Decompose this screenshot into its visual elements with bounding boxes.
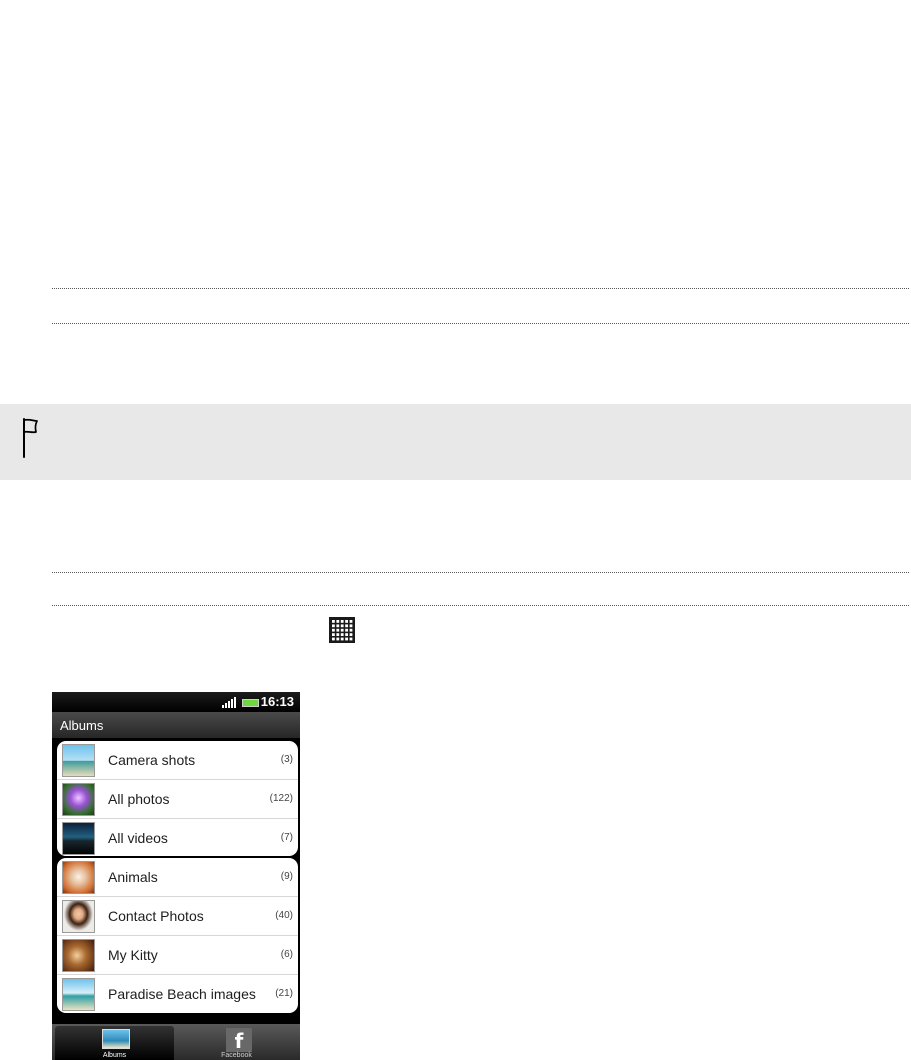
album-thumbnail — [62, 900, 95, 933]
album-count: (40) — [275, 910, 293, 921]
status-time: 16:13 — [260, 694, 294, 709]
album-count: (122) — [269, 793, 293, 804]
album-row-my-kitty[interactable]: My Kitty (6) — [57, 936, 298, 975]
album-name: All photos — [108, 791, 170, 807]
album-name: Animals — [108, 869, 158, 885]
signal-bars-icon — [222, 697, 236, 708]
album-thumbnail — [62, 939, 95, 972]
album-count: (9) — [280, 871, 293, 882]
album-name: My Kitty — [108, 947, 158, 963]
album-thumbnail — [62, 822, 95, 855]
tab-label: Facebook — [221, 1052, 252, 1059]
battery-icon — [242, 699, 259, 707]
title-bar: Albums — [52, 712, 300, 738]
dotted-rule — [52, 288, 909, 289]
album-thumbnail — [62, 783, 95, 816]
status-bar: 16:13 — [52, 692, 300, 712]
album-name: Paradise Beach images — [108, 986, 256, 1002]
album-row-contact-photos[interactable]: Contact Photos (40) — [57, 897, 298, 936]
album-row-paradise-beach[interactable]: Paradise Beach images (21) — [57, 975, 298, 1013]
album-group: Animals (9) Contact Photos (40) My Kitty… — [57, 858, 298, 1013]
albums-icon — [102, 1029, 130, 1049]
album-group: Camera shots (3) All photos (122) All vi… — [57, 741, 298, 856]
dotted-rule — [52, 323, 909, 324]
album-name: Contact Photos — [108, 908, 204, 924]
album-thumbnail — [62, 744, 95, 777]
page-title: Albums — [60, 718, 104, 733]
flag-icon — [23, 418, 38, 458]
album-row-camera-shots[interactable]: Camera shots (3) — [57, 741, 298, 780]
album-count: (21) — [275, 988, 293, 999]
note-box — [0, 404, 911, 480]
dotted-rule — [52, 572, 909, 573]
album-row-animals[interactable]: Animals (9) — [57, 858, 298, 897]
album-count: (6) — [280, 949, 293, 960]
dotted-rule — [52, 605, 909, 606]
tab-facebook[interactable]: f Facebook — [177, 1026, 296, 1060]
album-name: All videos — [108, 830, 168, 846]
album-thumbnail — [62, 978, 95, 1011]
phone-screenshot: 16:13 Albums Camera shots (3) All photos… — [52, 692, 300, 1060]
album-count: (3) — [280, 754, 293, 765]
tab-albums[interactable]: Albums — [55, 1026, 174, 1060]
album-thumbnail — [62, 861, 95, 894]
tab-label: Albums — [102, 1052, 127, 1059]
album-count: (7) — [280, 832, 293, 843]
all-apps-grid-icon — [329, 617, 355, 643]
facebook-icon: f — [226, 1028, 252, 1053]
album-name: Camera shots — [108, 752, 196, 768]
album-row-all-photos[interactable]: All photos (122) — [57, 780, 298, 819]
tab-bar: Albums f Facebook — [52, 1024, 300, 1060]
album-row-all-videos[interactable]: All videos (7) — [57, 819, 298, 856]
